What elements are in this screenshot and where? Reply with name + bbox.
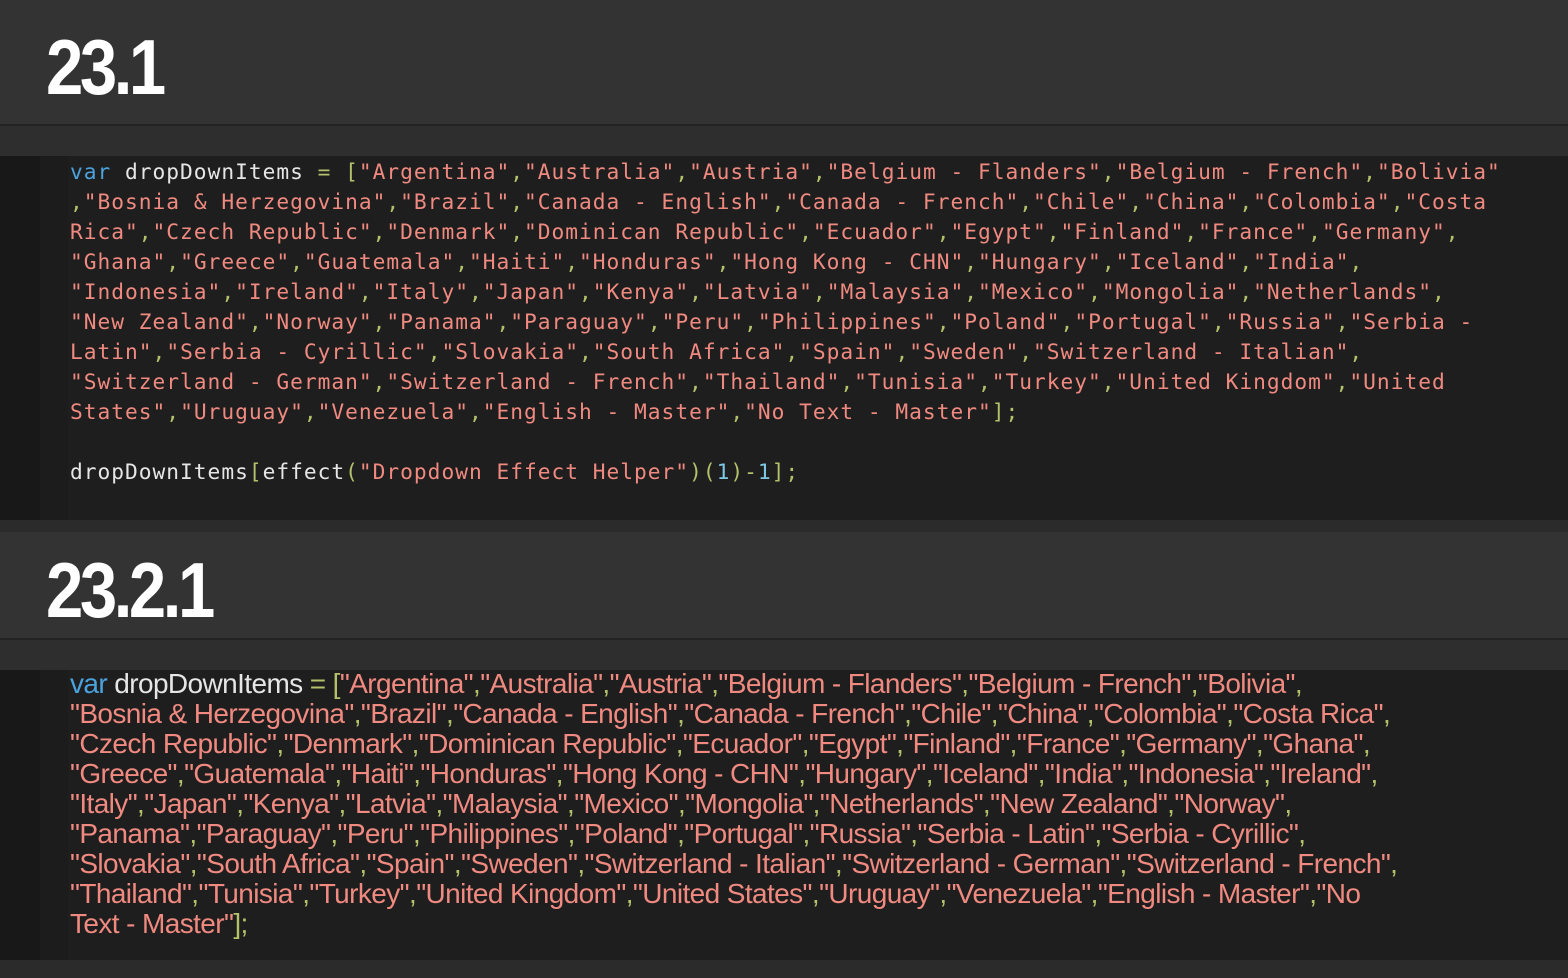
editor-gutter — [0, 670, 40, 960]
version-header-23-1: 23.1 — [0, 0, 1568, 126]
code-line: var dropDownItems = ["Argentina","Austra… — [70, 670, 1303, 699]
code-line: "Czech Republic","Denmark","Dominican Re… — [70, 728, 1371, 759]
code-line: dropDownItems[effect("Dropdown Effect He… — [70, 459, 800, 484]
code-line: States","Uruguay","Venezuela","English -… — [70, 399, 1020, 424]
separator-strip — [0, 520, 1568, 532]
code-editor-23-2-1[interactable]: var dropDownItems = ["Argentina","Austra… — [0, 670, 1568, 960]
code-line: "Switzerland - German","Switzerland - Fr… — [70, 369, 1446, 394]
bottom-strip — [0, 960, 1568, 978]
line-number-column — [40, 156, 68, 520]
code-line: ,"Bosnia & Herzegovina","Brazil","Canada… — [70, 189, 1487, 214]
code-line: var dropDownItems = ["Argentina","Austra… — [70, 159, 1501, 184]
comparison-page: 23.1 var dropDownItems = ["Argentina","A… — [0, 0, 1568, 978]
expression-code[interactable]: var dropDownItems = ["Argentina","Austra… — [70, 670, 1568, 939]
expression-code[interactable]: var dropDownItems = ["Argentina","Austra… — [70, 157, 1568, 487]
code-line: "Panama","Paraguay","Peru","Philippines"… — [70, 818, 1306, 849]
code-editor-23-1[interactable]: var dropDownItems = ["Argentina","Austra… — [0, 156, 1568, 520]
separator-strip — [0, 126, 1568, 156]
code-line: Text - Master"]; — [70, 908, 248, 939]
code-line: "Greece","Guatemala","Haiti","Honduras",… — [70, 758, 1378, 789]
separator-strip — [0, 640, 1568, 670]
code-line: "Thailand","Tunisia","Turkey","United Ki… — [70, 878, 1361, 909]
editor-gutter — [0, 156, 40, 520]
code-line: Rica","Czech Republic","Denmark","Domini… — [70, 219, 1460, 244]
version-header-23-2-1: 23.2.1 — [0, 532, 1568, 640]
code-line: "New Zealand","Norway","Panama","Paragua… — [70, 309, 1474, 334]
code-line: "Bosnia & Herzegovina","Brazil","Canada … — [70, 698, 1391, 729]
code-line: "Italy","Japan","Kenya","Latvia","Malays… — [70, 788, 1292, 819]
code-line: Latin","Serbia - Cyrillic","Slovakia","S… — [70, 339, 1364, 364]
code-line: "Ghana","Greece","Guatemala","Haiti","Ho… — [70, 249, 1364, 274]
version-title: 23.2.1 — [46, 546, 215, 634]
line-number-column — [40, 670, 68, 960]
code-line: "Slovakia","South Africa","Spain","Swede… — [70, 848, 1398, 879]
code-line: "Indonesia","Ireland","Italy","Japan","K… — [70, 279, 1446, 304]
version-title: 23.1 — [46, 23, 166, 111]
